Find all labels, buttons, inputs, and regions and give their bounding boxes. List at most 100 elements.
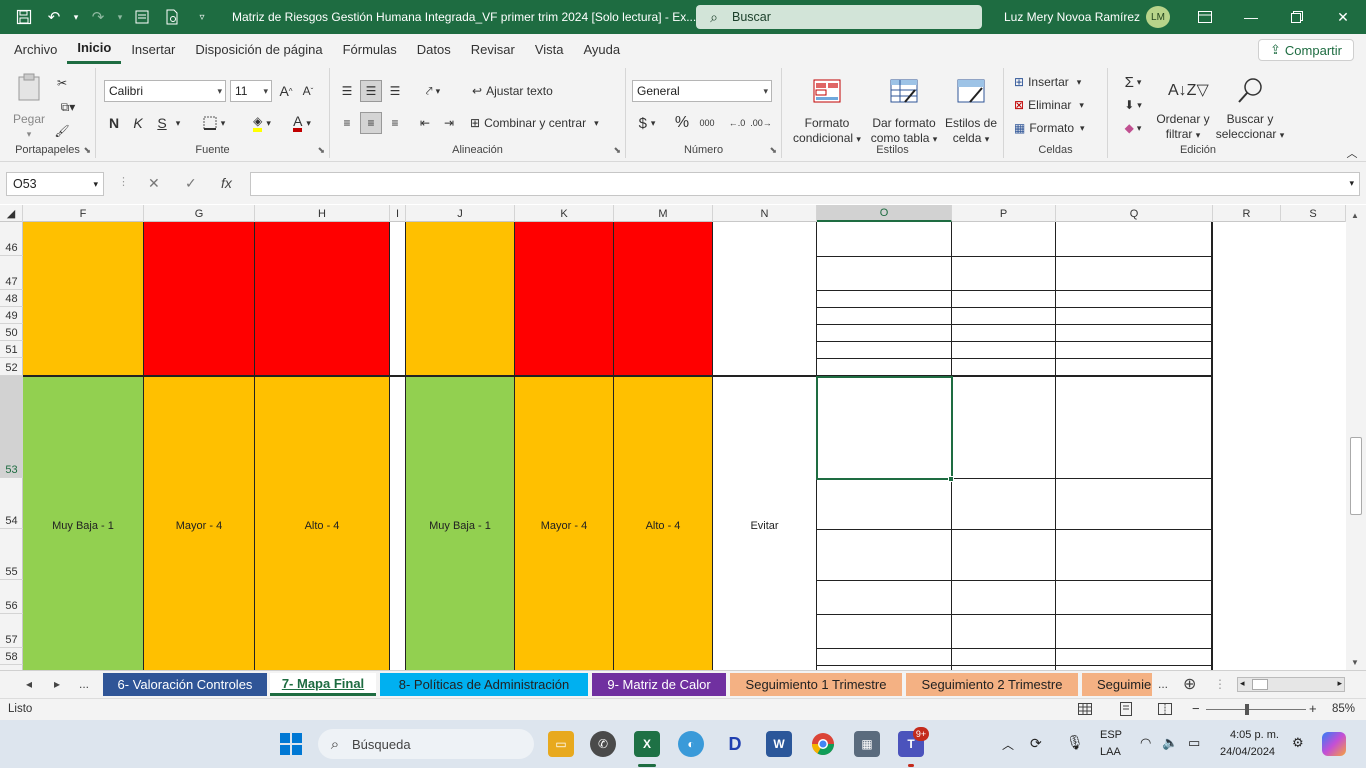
merge-center-button[interactable]: ⊞ Combinar y centrar ▾ (470, 112, 612, 134)
horizontal-scrollbar[interactable]: ◂ ▸ (1237, 677, 1345, 692)
volume-icon[interactable]: 🔈 (1162, 735, 1178, 751)
paste-button[interactable]: Pegar ▾ (8, 72, 50, 142)
disney-icon[interactable]: D (722, 731, 748, 757)
align-top-icon[interactable]: ☰ (336, 80, 358, 102)
row-header-53[interactable]: 53 (0, 376, 23, 478)
spreadsheet-grid[interactable]: ◢ F G H I J K M N O P Q R S 46 47 48 49 … (0, 205, 1346, 670)
sheet-tab-politicas[interactable]: 8- Políticas de Administración (380, 673, 588, 696)
row-header-48[interactable]: 48 (0, 290, 23, 307)
row-header-50[interactable]: 50 (0, 324, 23, 341)
word-icon[interactable]: W (766, 731, 792, 757)
tab-inicio[interactable]: Inicio (67, 34, 122, 64)
delete-cells-button[interactable]: ⊠ Eliminar ▾ (1014, 95, 1104, 115)
column-header-q[interactable]: Q (1056, 205, 1213, 222)
format-as-table-button[interactable]: Dar formato como tabla ▾ (866, 76, 942, 147)
vertical-scrollbar[interactable]: ▲ ▼ (1346, 205, 1366, 670)
save-icon[interactable] (10, 3, 38, 31)
row-header-55[interactable]: 55 (0, 529, 23, 580)
cell-i53[interactable] (390, 376, 406, 670)
redo-icon[interactable]: ↷ (84, 3, 112, 31)
clock-time[interactable]: 4:05 p. m. (1230, 729, 1279, 741)
sheet-tab-seguimiento-3[interactable]: Seguimie (1082, 673, 1152, 696)
zoom-out-icon[interactable]: − (1192, 701, 1200, 716)
italic-button[interactable]: K (128, 112, 148, 134)
row-header-56[interactable]: 56 (0, 580, 23, 614)
scroll-down-icon[interactable]: ▼ (1351, 658, 1359, 667)
language-region[interactable]: LAA (1100, 746, 1121, 758)
page-layout-icon[interactable] (1118, 701, 1134, 717)
battery-icon[interactable]: ▭ (1188, 735, 1200, 751)
undo-dropdown-icon[interactable]: ▾ (70, 3, 82, 31)
tab-archivo[interactable]: Archivo (4, 34, 67, 64)
more-sheets-right-button[interactable]: ... (1158, 677, 1168, 691)
clipboard-launcher-icon[interactable]: ⬊ (83, 145, 91, 156)
taskbar-search[interactable]: ⌕ Búsqueda (318, 729, 534, 759)
tab-datos[interactable]: Datos (407, 34, 461, 64)
add-sheet-icon[interactable]: ⊕ (1183, 674, 1196, 694)
copilot-icon[interactable] (1322, 732, 1346, 756)
print-preview-icon[interactable] (158, 3, 186, 31)
scroll-right-icon[interactable]: ▸ (1337, 678, 1342, 689)
column-header-k[interactable]: K (515, 205, 614, 222)
windows-start-icon[interactable] (280, 733, 302, 755)
page-break-icon[interactable] (1157, 701, 1173, 717)
format-cells-button[interactable]: ▦ Formato ▾ (1014, 118, 1104, 138)
zoom-level[interactable]: 85% (1332, 703, 1355, 715)
sheet-tab-seguimiento-2[interactable]: Seguimiento 2 Trimestre (906, 673, 1078, 696)
collapse-ribbon-icon[interactable]: ︿ (1344, 146, 1360, 160)
column-header-i[interactable]: I (390, 205, 406, 222)
name-box[interactable]: O53 ▾ (6, 172, 104, 196)
tab-formulas[interactable]: Fórmulas (333, 34, 407, 64)
tab-insertar[interactable]: Insertar (121, 34, 185, 64)
decrease-decimal-icon[interactable]: .00→ (750, 112, 772, 134)
sheet-tab-mapa-final[interactable]: 7- Mapa Final (270, 673, 376, 696)
fill-icon[interactable]: ⬇ ▾ (1118, 95, 1148, 115)
redo-dropdown-icon[interactable]: ▾ (114, 3, 126, 31)
cell-i46[interactable] (390, 222, 406, 376)
tab-ayuda[interactable]: Ayuda (574, 34, 631, 64)
cell-n53[interactable]: Evitar (713, 376, 817, 670)
underline-button[interactable]: S (152, 112, 172, 134)
zoom-slider-thumb[interactable] (1245, 704, 1249, 715)
chevron-up-icon[interactable]: ︿ (1002, 736, 1014, 753)
column-header-o[interactable]: O (817, 205, 952, 222)
align-center-icon[interactable]: ≡ (360, 112, 382, 134)
column-header-f[interactable]: F (23, 205, 144, 222)
cut-icon[interactable]: ✂ (52, 74, 72, 92)
row-header-47[interactable]: 47 (0, 256, 23, 290)
font-launcher-icon[interactable]: ⬊ (317, 145, 325, 156)
tab-disposicion[interactable]: Disposición de página (185, 34, 332, 64)
minimize-icon[interactable]: — (1228, 0, 1274, 34)
sort-filter-button[interactable]: A↓Z▽ Ordenar y filtrar ▾ (1152, 76, 1214, 143)
user-name[interactable]: Luz Mery Novoa Ramírez (1004, 10, 1140, 24)
sheet-tab-valoracion-controles[interactable]: 6- Valoración Controles (103, 673, 267, 696)
column-header-r[interactable]: R (1213, 205, 1281, 222)
sheet-tab-seguimiento-1[interactable]: Seguimiento 1 Trimestre (730, 673, 902, 696)
sheet-tab-matriz-calor[interactable]: 9- Matriz de Calor (592, 673, 726, 696)
cell-m46[interactable] (614, 222, 713, 376)
autosum-icon[interactable]: Σ ▾ (1118, 72, 1148, 92)
sync-icon[interactable]: ⟳ (1030, 735, 1042, 752)
cell-g46[interactable] (144, 222, 255, 376)
percent-button[interactable]: % (672, 112, 692, 134)
weather-icon[interactable]: ◐ (678, 731, 704, 757)
cell-f53[interactable]: Muy Baja - 1 (23, 376, 144, 670)
whatsapp-icon[interactable]: ✆ (590, 731, 616, 757)
increase-font-icon[interactable]: A ^ (276, 81, 296, 101)
ribbon-display-icon[interactable] (1182, 0, 1228, 34)
next-sheet-icon[interactable]: ▸ (54, 677, 60, 691)
align-middle-icon[interactable]: ☰ (360, 80, 382, 102)
select-all-corner[interactable]: ◢ (0, 205, 23, 222)
customize-qat-icon[interactable]: ▿ (188, 3, 216, 31)
underline-dropdown-icon[interactable]: ▾ (172, 112, 184, 134)
row-header-46[interactable]: 46 (0, 222, 23, 256)
font-size-select[interactable]: 11 ▾ (230, 80, 272, 102)
font-name-select[interactable]: Calibri ▾ (104, 80, 226, 102)
scroll-up-icon[interactable]: ▲ (1351, 211, 1359, 220)
cell-j46[interactable] (406, 222, 515, 376)
calculator-icon[interactable]: ▦ (854, 731, 880, 757)
formula-input[interactable]: ▾ (250, 172, 1360, 196)
excel-icon[interactable]: X (634, 731, 660, 757)
normal-view-icon[interactable] (1077, 701, 1093, 717)
font-color-icon[interactable]: A ▾ (284, 112, 320, 134)
